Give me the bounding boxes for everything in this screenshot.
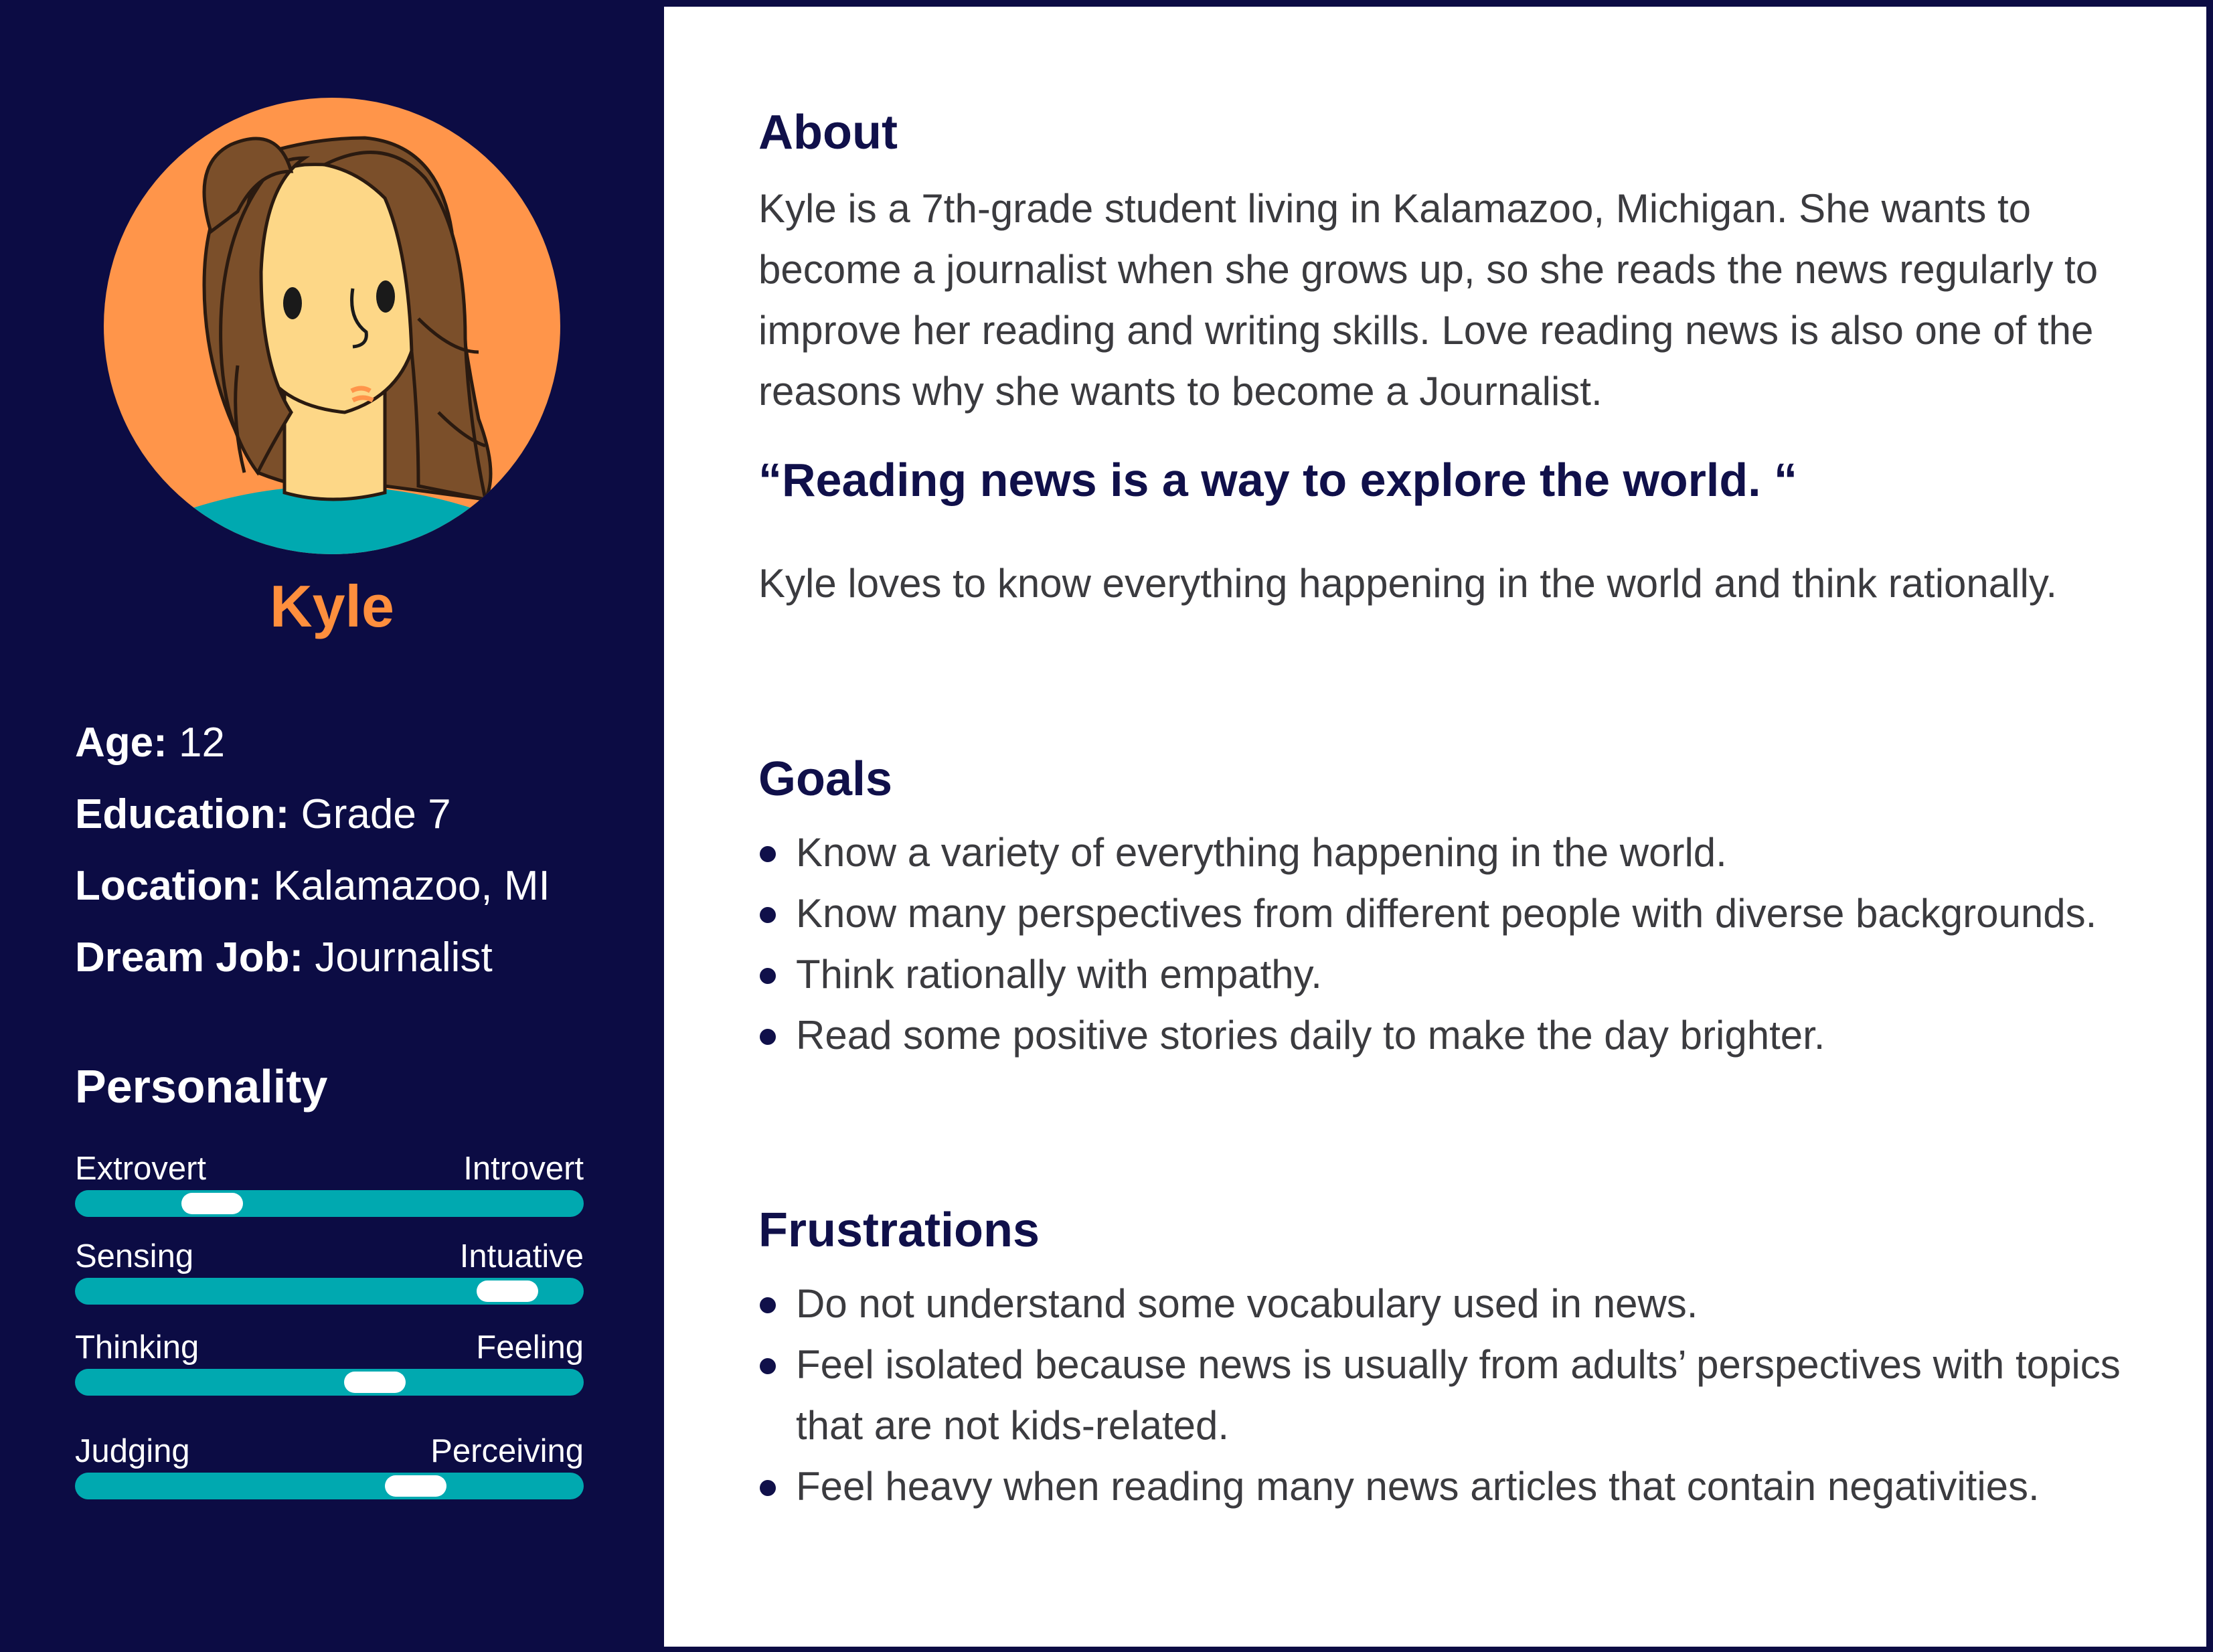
fact-value: Kalamazoo, MI [273, 863, 550, 909]
bullet-icon [760, 1480, 776, 1496]
avatar [104, 98, 560, 554]
persona-sidebar: Kyle Age: 12 Education: Grade 7 Location… [0, 0, 664, 1652]
frustration-text: Do not understand some vocabulary used i… [796, 1281, 1698, 1326]
trait-right-label: Perceiving [430, 1433, 584, 1469]
fact-value: 12 [179, 720, 225, 766]
goals-heading: Goals [758, 752, 893, 806]
list-item: Know many perspectives from different pe… [758, 883, 2157, 944]
trait-left-label: Judging [75, 1433, 190, 1469]
trait-left-label: Extrovert [75, 1151, 207, 1187]
fact-label: Dream Job: [75, 934, 304, 981]
goal-text: Think rationally with empathy. [796, 952, 1322, 997]
girl-portrait-illustration-icon [104, 98, 560, 554]
goals-list: Know a variety of everything happening i… [758, 822, 2157, 1066]
list-item: Feel heavy when reading many news articl… [758, 1456, 2157, 1517]
fact-label: Education: [75, 791, 290, 837]
persona-facts: Age: 12 Education: Grade 7 Location: Kal… [75, 707, 637, 993]
trait-slider-knob[interactable] [181, 1193, 244, 1214]
about-heading: About [758, 106, 898, 159]
trait-left-label: Thinking [75, 1329, 199, 1366]
frustrations-heading: Frustrations [758, 1204, 1040, 1257]
fact-education: Education: Grade 7 [75, 778, 637, 850]
list-item: Think rationally with empathy. [758, 944, 2157, 1005]
frustration-text: Feel isolated because news is usually fr… [796, 1342, 2121, 1448]
list-item: Read some positive stories daily to make… [758, 1005, 2157, 1066]
about-text-2: Kyle loves to know everything happening … [758, 561, 2058, 606]
frustrations-list: Do not understand some vocabulary used i… [758, 1273, 2157, 1517]
fact-value: Grade 7 [301, 791, 451, 837]
list-item: Do not understand some vocabulary used i… [758, 1273, 2157, 1334]
persona-details-card: About Kyle is a 7th-grade student living… [664, 7, 2206, 1647]
list-item: Feel isolated because news is usually fr… [758, 1334, 2157, 1456]
personality-title: Personality [75, 1060, 328, 1112]
trait-slider-track [75, 1190, 584, 1217]
bullet-icon [760, 907, 776, 923]
bullet-icon [760, 1297, 776, 1313]
fact-dream-job: Dream Job: Journalist [75, 922, 637, 993]
bullet-icon [760, 968, 776, 984]
trait-sensing-intuative: Sensing Intuative [75, 1240, 584, 1307]
fact-label: Age: [75, 720, 167, 766]
trait-extrovert-introvert: Extrovert Introvert [75, 1153, 584, 1220]
list-item: Know a variety of everything happening i… [758, 822, 2157, 883]
trait-slider-knob[interactable] [344, 1372, 406, 1393]
fact-location: Location: Kalamazoo, MI [75, 850, 637, 922]
fact-label: Location: [75, 863, 262, 909]
trait-slider-track [75, 1369, 584, 1396]
persona-name: Kyle [270, 573, 394, 639]
bullet-icon [760, 1358, 776, 1374]
trait-slider-knob[interactable] [385, 1475, 447, 1497]
trait-right-label: Feeling [476, 1329, 584, 1366]
trait-slider-track [75, 1278, 584, 1305]
goal-text: Read some positive stories daily to make… [796, 1013, 1825, 1058]
frustration-text: Feel heavy when reading many news articl… [796, 1464, 2040, 1509]
goal-text: Know a variety of everything happening i… [796, 830, 1727, 875]
trait-right-label: Intuative [459, 1238, 584, 1274]
goal-text: Know many perspectives from different pe… [796, 891, 2097, 936]
fact-age: Age: 12 [75, 707, 637, 778]
trait-judging-perceiving: Judging Perceiving [75, 1435, 584, 1502]
fact-value: Journalist [315, 934, 493, 981]
trait-slider-track [75, 1473, 584, 1499]
trait-right-label: Introvert [463, 1151, 584, 1187]
about-text: Kyle is a 7th-grade student living in Ka… [758, 186, 2099, 414]
bullet-icon [760, 1029, 776, 1045]
trait-thinking-feeling: Thinking Feeling [75, 1331, 584, 1398]
bullet-icon [760, 846, 776, 862]
trait-slider-knob[interactable] [477, 1281, 538, 1302]
trait-left-label: Sensing [75, 1238, 194, 1274]
persona-quote: “Reading news is a way to explore the wo… [758, 454, 1798, 506]
